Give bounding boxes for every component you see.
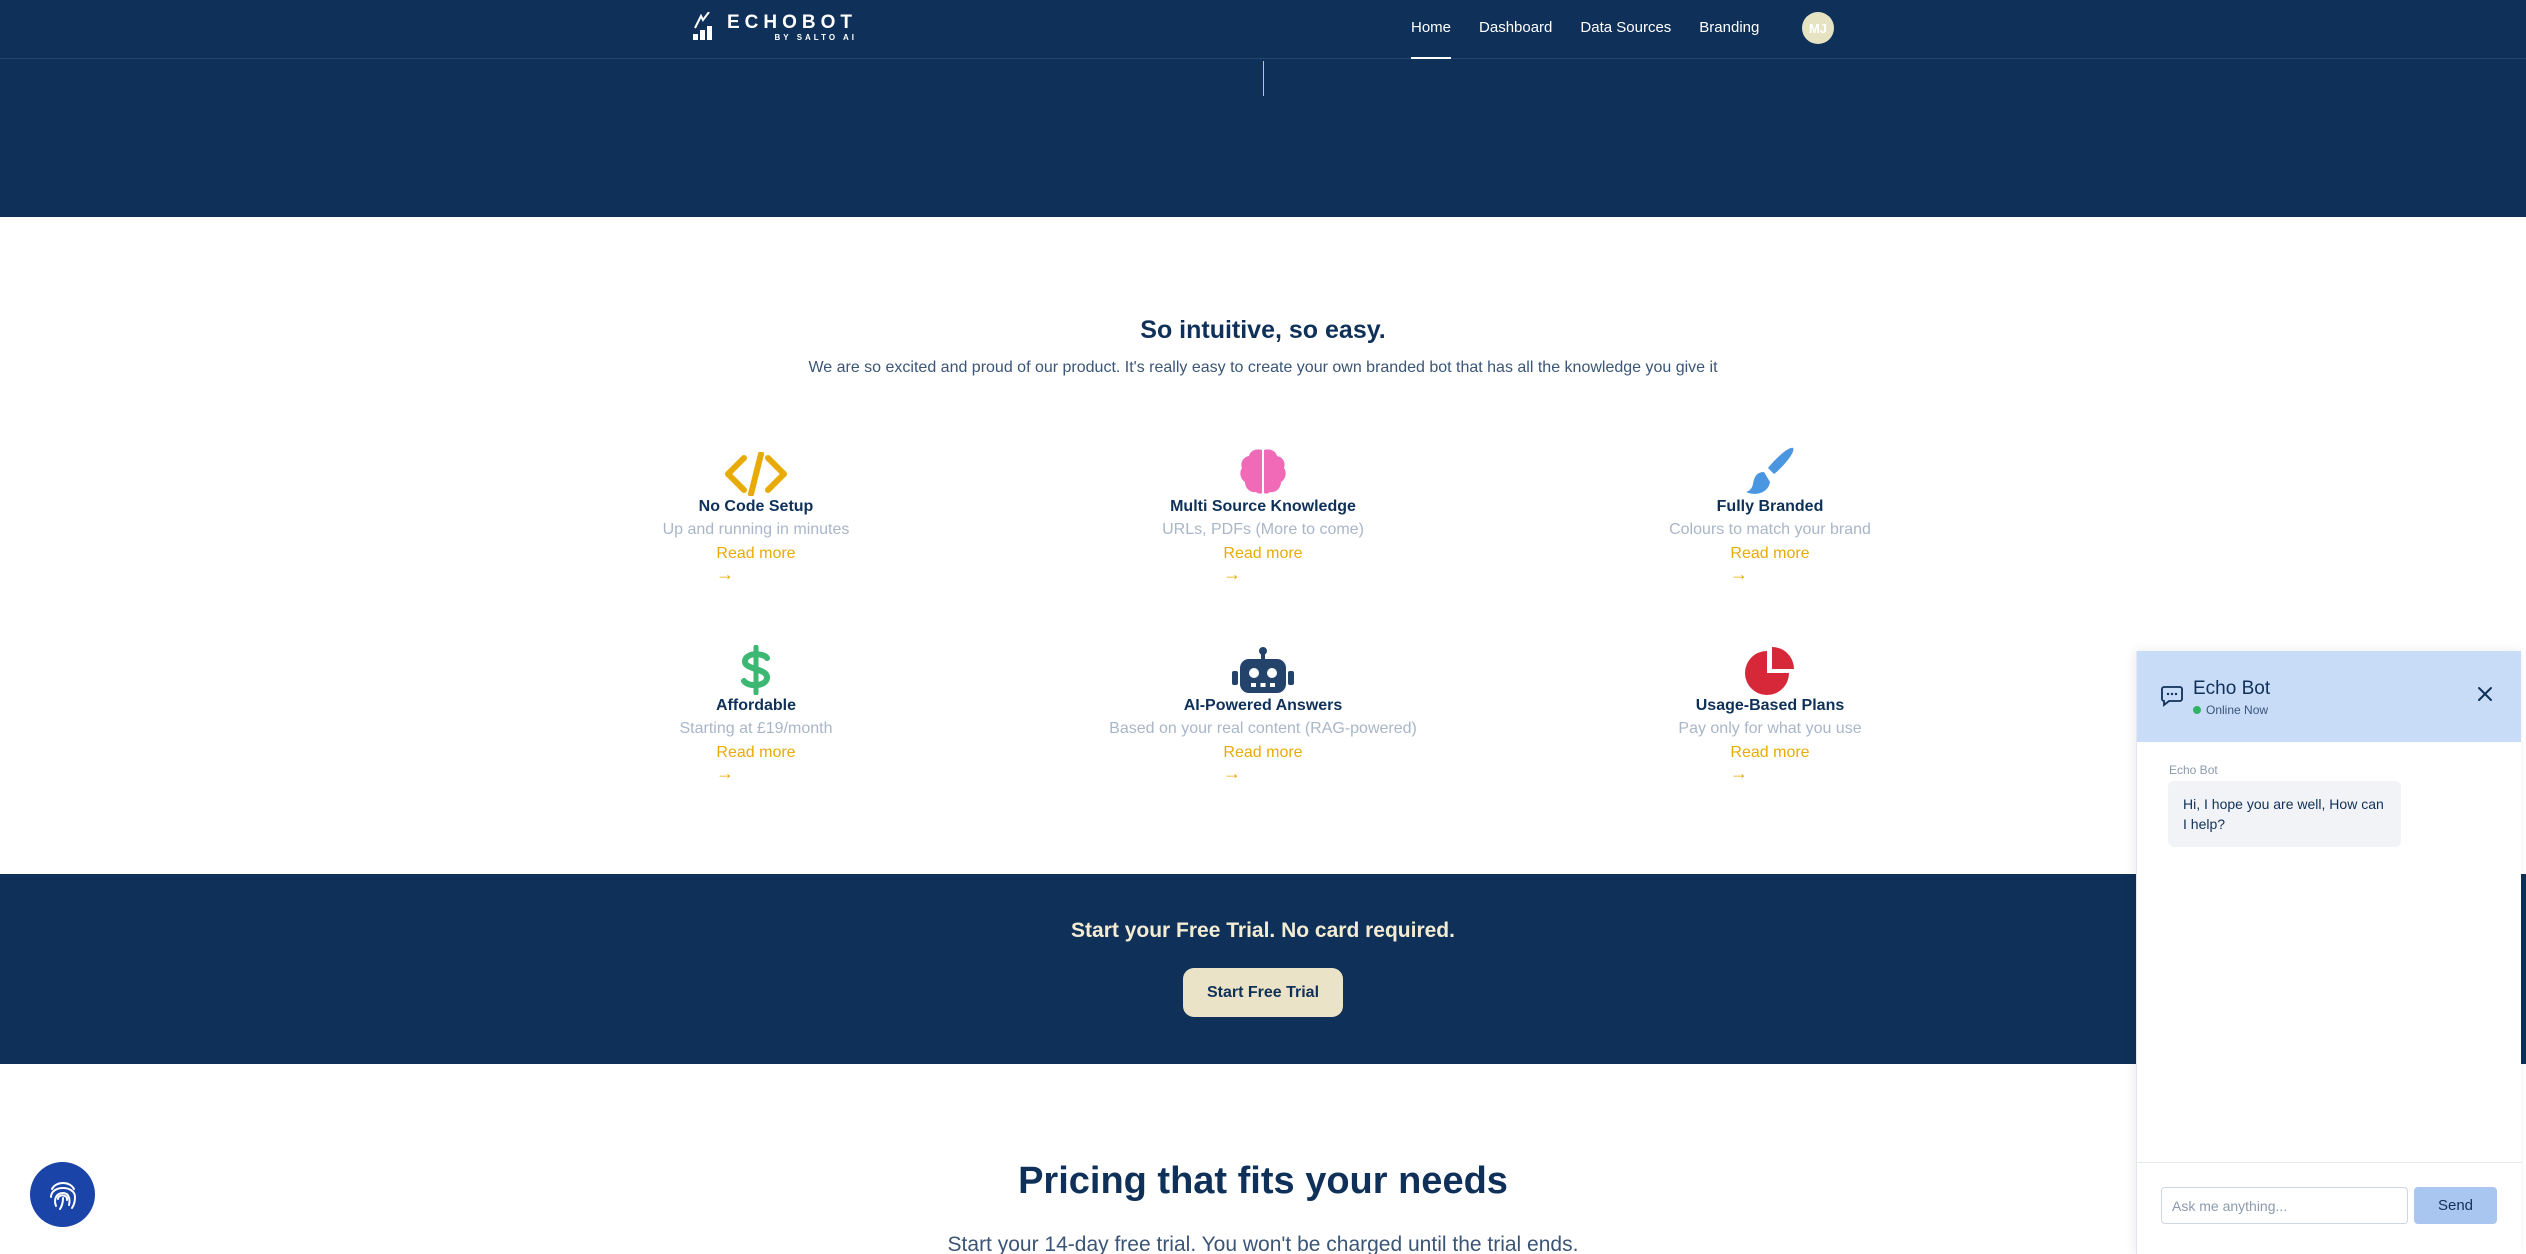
message-sender: Echo Bot bbox=[2169, 763, 2218, 777]
arrow-right-icon[interactable]: → bbox=[1730, 763, 1810, 783]
feature-card: No Code Setup Up and running in minutes … bbox=[556, 444, 956, 584]
bot-message: Hi, I hope you are well, How can I help? bbox=[2168, 781, 2401, 847]
feature-description: Starting at £19/month bbox=[679, 720, 833, 737]
chat-input[interactable] bbox=[2161, 1187, 2408, 1224]
read-more-link[interactable]: Read more bbox=[1570, 545, 1970, 563]
paintbrush-icon bbox=[1570, 444, 1970, 496]
nav-dashboard[interactable]: Dashboard bbox=[1479, 19, 1552, 59]
arrow-right-icon[interactable]: → bbox=[716, 564, 796, 584]
feature-title: Affordable bbox=[716, 697, 796, 714]
logo-byline: BY SALTO AI bbox=[774, 32, 857, 42]
arrow-right-icon[interactable]: → bbox=[1223, 564, 1303, 584]
chat-bubble-icon bbox=[2161, 686, 2183, 707]
arrow-right-icon[interactable]: → bbox=[716, 763, 796, 783]
chat-header: Echo Bot Online Now bbox=[2137, 651, 2521, 742]
nav-data-sources[interactable]: Data Sources bbox=[1580, 19, 1671, 59]
echobot-logo[interactable]: ECHOBOT BY SALTO AI bbox=[693, 12, 857, 42]
feature-card: Affordable Starting at £19/month Read mo… bbox=[556, 643, 956, 783]
user-avatar[interactable]: MJ bbox=[1802, 12, 1834, 44]
top-navbar: ECHOBOT BY SALTO AI Home Dashboard Data … bbox=[0, 0, 2526, 59]
chat-status-label: Online Now bbox=[2206, 703, 2269, 717]
feature-card: Multi Source Knowledge URLs, PDFs (More … bbox=[1063, 444, 1463, 584]
chat-widget: Echo Bot Online Now Echo Bot Hi, I hope … bbox=[2136, 651, 2522, 1254]
nav-home[interactable]: Home bbox=[1411, 19, 1452, 59]
fingerprint-icon bbox=[49, 1181, 76, 1210]
feature-card: Fully Branded Colours to match your bran… bbox=[1570, 444, 1970, 584]
dollar-icon bbox=[556, 643, 956, 695]
features-subtitle: We are so excited and proud of our produ… bbox=[808, 359, 1718, 376]
feature-title: Fully Branded bbox=[1716, 498, 1824, 515]
feature-description: Colours to match your brand bbox=[1669, 521, 1871, 538]
read-more-link[interactable]: Read more bbox=[556, 545, 956, 563]
feature-description: Based on your real content (RAG-powered) bbox=[1109, 720, 1417, 737]
chat-title: Echo Bot bbox=[2193, 678, 2271, 699]
close-icon[interactable] bbox=[2473, 682, 2497, 706]
pie-chart-icon bbox=[1570, 643, 1970, 695]
fingerprint-button[interactable] bbox=[30, 1162, 95, 1227]
feature-card: Usage-Based Plans Pay only for what you … bbox=[1570, 643, 1970, 783]
read-more-link[interactable]: Read more bbox=[556, 744, 956, 762]
feature-title: Usage-Based Plans bbox=[1695, 697, 1845, 714]
feature-description: URLs, PDFs (More to come) bbox=[1162, 521, 1364, 538]
text-cursor bbox=[1263, 61, 1264, 96]
chat-status: Online Now bbox=[2193, 703, 2268, 717]
robot-icon bbox=[1063, 643, 1463, 695]
nav-branding[interactable]: Branding bbox=[1699, 19, 1759, 59]
features-title: So intuitive, so easy. bbox=[1140, 316, 1386, 344]
feature-title: No Code Setup bbox=[698, 498, 814, 515]
feature-description: Pay only for what you use bbox=[1678, 720, 1862, 737]
brain-icon bbox=[1063, 444, 1463, 496]
hero-section bbox=[0, 59, 2526, 217]
read-more-link[interactable]: Read more bbox=[1063, 545, 1463, 563]
nav-links: Home Dashboard Data Sources Branding bbox=[1411, 19, 1787, 59]
start-free-trial-button[interactable]: Start Free Trial bbox=[1183, 968, 1343, 1017]
send-button[interactable]: Send bbox=[2414, 1187, 2497, 1224]
feature-description: Up and running in minutes bbox=[662, 521, 850, 538]
arrow-right-icon[interactable]: → bbox=[1730, 564, 1810, 584]
feature-card: AI-Powered Answers Based on your real co… bbox=[1063, 643, 1463, 783]
logo-mark-icon bbox=[693, 12, 712, 40]
arrow-right-icon[interactable]: → bbox=[1223, 763, 1303, 783]
read-more-link[interactable]: Read more bbox=[1063, 744, 1463, 762]
logo-wordmark: ECHOBOT bbox=[727, 11, 857, 33]
scrollbar-edge bbox=[2521, 874, 2526, 1064]
online-status-dot bbox=[2193, 706, 2201, 714]
feature-title: AI-Powered Answers bbox=[1183, 697, 1343, 714]
read-more-link[interactable]: Read more bbox=[1570, 744, 1970, 762]
code-icon bbox=[556, 444, 956, 496]
feature-title: Multi Source Knowledge bbox=[1170, 498, 1356, 515]
chat-footer: Send bbox=[2137, 1162, 2522, 1254]
